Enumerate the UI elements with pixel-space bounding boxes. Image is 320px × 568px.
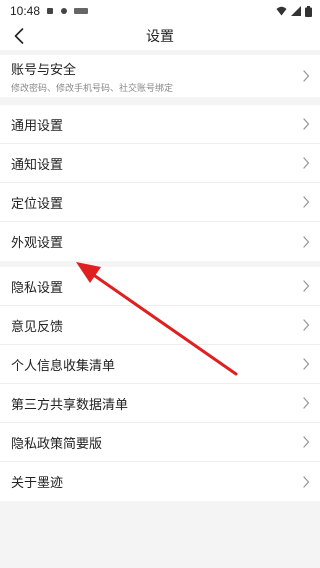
- signal-icon: [291, 6, 301, 16]
- row-feedback[interactable]: 意见反馈: [0, 306, 320, 345]
- row-label: 意见反馈: [11, 319, 64, 335]
- status-bar: 10:48: [0, 0, 320, 22]
- chevron-right-icon: [303, 235, 310, 248]
- chevron-right-icon: [303, 70, 310, 82]
- section-account: 账号与安全 修改密码、修改手机号码、社交账号绑定: [0, 55, 320, 97]
- row-label: 账号与安全: [11, 62, 77, 78]
- row-label: 通知设置: [11, 157, 64, 173]
- battery-icon: [305, 5, 312, 17]
- row-personal-info-list[interactable]: 个人信息收集清单: [0, 345, 320, 384]
- row-label: 关于墨迹: [11, 476, 64, 491]
- row-label: 定位设置: [11, 196, 64, 212]
- header: 设置: [0, 22, 320, 50]
- row-privacy-settings[interactable]: 隐私设置: [0, 267, 320, 306]
- row-account-security[interactable]: 账号与安全 修改密码、修改手机号码、社交账号绑定: [0, 55, 320, 97]
- row-appearance-settings[interactable]: 外观设置: [0, 222, 320, 261]
- row-label: 隐私设置: [11, 280, 64, 296]
- status-right: [276, 5, 312, 17]
- chevron-right-icon: [303, 397, 310, 409]
- status-left: 10:48: [10, 4, 89, 18]
- row-label: 个人信息收集清单: [11, 358, 116, 374]
- settings-screen: 10:48 设置 账号与安全 修改密码、修改手机号码、社交账号绑定 通用设置 通…: [0, 0, 320, 568]
- row-label: 隐私政策简要版: [11, 436, 103, 452]
- chevron-right-icon: [303, 118, 310, 130]
- chevron-right-icon: [303, 196, 310, 208]
- chevron-right-icon: [303, 436, 310, 448]
- row-label: 第三方共享数据清单: [11, 397, 129, 413]
- chevron-right-icon: [303, 157, 310, 169]
- row-label: 通用设置: [11, 118, 64, 134]
- app-notification-icon: [61, 8, 68, 14]
- app-badge-icon: [74, 8, 89, 14]
- back-button[interactable]: [8, 25, 30, 47]
- chevron-left-icon: [14, 28, 24, 44]
- row-notification-settings[interactable]: 通知设置: [0, 144, 320, 183]
- chevron-right-icon: [303, 475, 310, 488]
- row-subtitle: 修改密码、修改手机号码、社交账号绑定: [11, 83, 174, 94]
- row-about[interactable]: 关于墨迹: [0, 462, 320, 501]
- row-general-settings[interactable]: 通用设置: [0, 105, 320, 144]
- row-label: 外观设置: [11, 236, 64, 251]
- notification-icon: [47, 8, 54, 14]
- chevron-right-icon: [303, 358, 310, 370]
- wifi-icon: [276, 6, 287, 16]
- row-location-settings[interactable]: 定位设置: [0, 183, 320, 222]
- chevron-right-icon: [303, 280, 310, 292]
- chevron-right-icon: [303, 319, 310, 331]
- section-privacy: 隐私设置 意见反馈 个人信息收集清单 第三方共享数据清单 隐私政策简要版 关于墨…: [0, 267, 320, 501]
- status-time: 10:48: [10, 4, 41, 18]
- row-third-party-data-list[interactable]: 第三方共享数据清单: [0, 384, 320, 423]
- section-general: 通用设置 通知设置 定位设置 外观设置: [0, 105, 320, 261]
- page-title: 设置: [146, 29, 174, 45]
- row-text: 账号与安全 修改密码、修改手机号码、社交账号绑定: [11, 59, 173, 94]
- row-privacy-policy-summary[interactable]: 隐私政策简要版: [0, 423, 320, 462]
